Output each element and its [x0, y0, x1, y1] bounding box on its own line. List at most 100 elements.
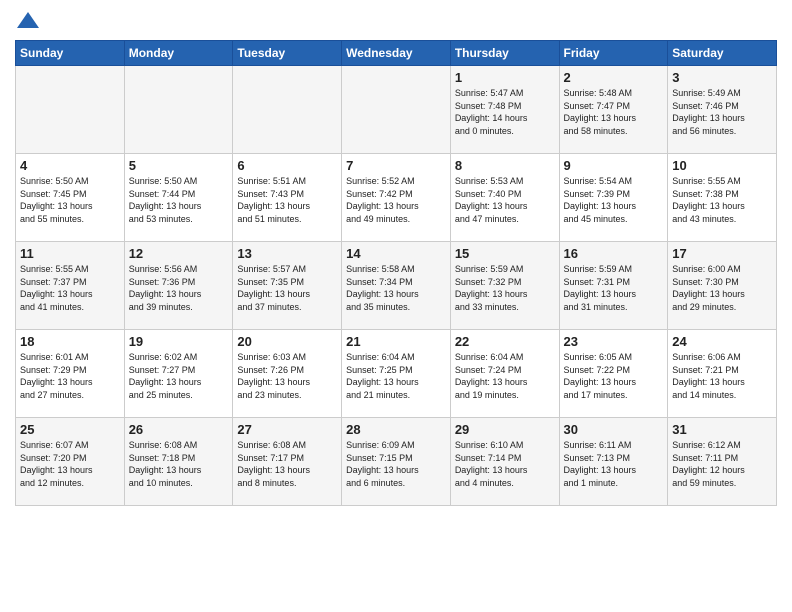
day-number: 30: [564, 422, 664, 437]
day-info: Sunrise: 5:50 AM Sunset: 7:45 PM Dayligh…: [20, 175, 120, 225]
day-number: 22: [455, 334, 555, 349]
calendar-cell: 24Sunrise: 6:06 AM Sunset: 7:21 PM Dayli…: [668, 330, 777, 418]
calendar-cell: 11 Sunrise: 5:55 AM Sunset: 7:37 PM Dayli…: [16, 242, 125, 330]
day-number: 27: [237, 422, 337, 437]
day-info: Sunrise: 6:07 AM Sunset: 7:20 PM Dayligh…: [20, 439, 120, 489]
calendar-cell: 29Sunrise: 6:10 AM Sunset: 7:14 PM Dayli…: [450, 418, 559, 506]
day-number: 25: [20, 422, 120, 437]
weekday-header-row: SundayMondayTuesdayWednesdayThursdayFrid…: [16, 41, 777, 66]
calendar-cell: 2 Sunrise: 5:48 AM Sunset: 7:47 PM Daylig…: [559, 66, 668, 154]
day-info: Sunrise: 6:00 AM Sunset: 7:30 PM Dayligh…: [672, 263, 772, 313]
calendar-cell: 14 Sunrise: 5:58 AM Sunset: 7:34 PM Dayli…: [342, 242, 451, 330]
day-info: Sunrise: 5:55 AM Sunset: 7:37 PM Dayligh…: [20, 263, 120, 313]
page-container: SundayMondayTuesdayWednesdayThursdayFrid…: [0, 0, 792, 514]
calendar-cell: 3Sunrise: 5:49 AM Sunset: 7:46 PM Daylig…: [668, 66, 777, 154]
day-info: Sunrise: 5:58 AM Sunset: 7:34 PM Dayligh…: [346, 263, 446, 313]
day-number: 10: [672, 158, 772, 173]
weekday-header-sunday: Sunday: [16, 41, 125, 66]
calendar-cell: [342, 66, 451, 154]
calendar-cell: [124, 66, 233, 154]
day-number: 3: [672, 70, 772, 85]
day-info: Sunrise: 5:56 AM Sunset: 7:36 PM Dayligh…: [129, 263, 229, 313]
day-number: 14: [346, 246, 446, 261]
header: [15, 10, 777, 32]
day-number: 28: [346, 422, 446, 437]
calendar-cell: [16, 66, 125, 154]
calendar-cell: 10 Sunrise: 5:55 AM Sunset: 7:38 PM Dayli…: [668, 154, 777, 242]
calendar-cell: 31 Sunrise: 6:12 AM Sunset: 7:11 PM Dayli…: [668, 418, 777, 506]
day-info: Sunrise: 5:57 AM Sunset: 7:35 PM Dayligh…: [237, 263, 337, 313]
calendar-week-row: 18 Sunrise: 6:01 AM Sunset: 7:29 PM Dayli…: [16, 330, 777, 418]
calendar-cell: 23 Sunrise: 6:05 AM Sunset: 7:22 PM Dayli…: [559, 330, 668, 418]
calendar-cell: 20Sunrise: 6:03 AM Sunset: 7:26 PM Dayli…: [233, 330, 342, 418]
day-number: 23: [564, 334, 664, 349]
calendar-week-row: 1 Sunrise: 5:47 AM Sunset: 7:48 PM Daylig…: [16, 66, 777, 154]
day-info: Sunrise: 6:01 AM Sunset: 7:29 PM Dayligh…: [20, 351, 120, 401]
calendar-cell: 15 Sunrise: 5:59 AM Sunset: 7:32 PM Dayli…: [450, 242, 559, 330]
day-number: 15: [455, 246, 555, 261]
day-info: Sunrise: 5:59 AM Sunset: 7:31 PM Dayligh…: [564, 263, 664, 313]
calendar-week-row: 4 Sunrise: 5:50 AM Sunset: 7:45 PM Daylig…: [16, 154, 777, 242]
day-number: 5: [129, 158, 229, 173]
weekday-header-saturday: Saturday: [668, 41, 777, 66]
day-number: 13: [237, 246, 337, 261]
calendar-cell: 12 Sunrise: 5:56 AM Sunset: 7:36 PM Dayli…: [124, 242, 233, 330]
day-info: Sunrise: 6:05 AM Sunset: 7:22 PM Dayligh…: [564, 351, 664, 401]
day-info: Sunrise: 5:47 AM Sunset: 7:48 PM Dayligh…: [455, 87, 555, 137]
day-number: 12: [129, 246, 229, 261]
day-number: 1: [455, 70, 555, 85]
day-info: Sunrise: 6:09 AM Sunset: 7:15 PM Dayligh…: [346, 439, 446, 489]
calendar-cell: 17 Sunrise: 6:00 AM Sunset: 7:30 PM Dayli…: [668, 242, 777, 330]
day-info: Sunrise: 5:52 AM Sunset: 7:42 PM Dayligh…: [346, 175, 446, 225]
calendar-cell: 19 Sunrise: 6:02 AM Sunset: 7:27 PM Dayli…: [124, 330, 233, 418]
day-number: 29: [455, 422, 555, 437]
day-info: Sunrise: 5:48 AM Sunset: 7:47 PM Dayligh…: [564, 87, 664, 137]
day-info: Sunrise: 5:59 AM Sunset: 7:32 PM Dayligh…: [455, 263, 555, 313]
day-info: Sunrise: 5:51 AM Sunset: 7:43 PM Dayligh…: [237, 175, 337, 225]
weekday-header-tuesday: Tuesday: [233, 41, 342, 66]
day-info: Sunrise: 5:54 AM Sunset: 7:39 PM Dayligh…: [564, 175, 664, 225]
day-number: 16: [564, 246, 664, 261]
day-number: 9: [564, 158, 664, 173]
weekday-header-monday: Monday: [124, 41, 233, 66]
day-number: 7: [346, 158, 446, 173]
logo-icon: [17, 10, 39, 32]
day-number: 6: [237, 158, 337, 173]
calendar-cell: [233, 66, 342, 154]
day-info: Sunrise: 6:04 AM Sunset: 7:25 PM Dayligh…: [346, 351, 446, 401]
day-number: 31: [672, 422, 772, 437]
weekday-header-wednesday: Wednesday: [342, 41, 451, 66]
day-number: 2: [564, 70, 664, 85]
day-number: 11: [20, 246, 120, 261]
calendar-cell: 21 Sunrise: 6:04 AM Sunset: 7:25 PM Dayli…: [342, 330, 451, 418]
day-number: 4: [20, 158, 120, 173]
day-info: Sunrise: 5:55 AM Sunset: 7:38 PM Dayligh…: [672, 175, 772, 225]
calendar-cell: 1 Sunrise: 5:47 AM Sunset: 7:48 PM Daylig…: [450, 66, 559, 154]
calendar-cell: 26Sunrise: 6:08 AM Sunset: 7:18 PM Dayli…: [124, 418, 233, 506]
calendar-table: SundayMondayTuesdayWednesdayThursdayFrid…: [15, 40, 777, 506]
day-number: 21: [346, 334, 446, 349]
calendar-week-row: 11 Sunrise: 5:55 AM Sunset: 7:37 PM Dayli…: [16, 242, 777, 330]
day-info: Sunrise: 6:04 AM Sunset: 7:24 PM Dayligh…: [455, 351, 555, 401]
day-number: 18: [20, 334, 120, 349]
calendar-cell: 25 Sunrise: 6:07 AM Sunset: 7:20 PM Dayli…: [16, 418, 125, 506]
day-number: 17: [672, 246, 772, 261]
day-info: Sunrise: 5:53 AM Sunset: 7:40 PM Dayligh…: [455, 175, 555, 225]
day-info: Sunrise: 6:12 AM Sunset: 7:11 PM Dayligh…: [672, 439, 772, 489]
calendar-cell: 18 Sunrise: 6:01 AM Sunset: 7:29 PM Dayli…: [16, 330, 125, 418]
day-info: Sunrise: 6:11 AM Sunset: 7:13 PM Dayligh…: [564, 439, 664, 489]
day-number: 24: [672, 334, 772, 349]
calendar-cell: 30 Sunrise: 6:11 AM Sunset: 7:13 PM Dayli…: [559, 418, 668, 506]
calendar-cell: 16 Sunrise: 5:59 AM Sunset: 7:31 PM Dayli…: [559, 242, 668, 330]
calendar-cell: 4 Sunrise: 5:50 AM Sunset: 7:45 PM Daylig…: [16, 154, 125, 242]
day-info: Sunrise: 6:02 AM Sunset: 7:27 PM Dayligh…: [129, 351, 229, 401]
calendar-cell: 8Sunrise: 5:53 AM Sunset: 7:40 PM Daylig…: [450, 154, 559, 242]
calendar-week-row: 25 Sunrise: 6:07 AM Sunset: 7:20 PM Dayli…: [16, 418, 777, 506]
calendar-cell: 9 Sunrise: 5:54 AM Sunset: 7:39 PM Daylig…: [559, 154, 668, 242]
weekday-header-thursday: Thursday: [450, 41, 559, 66]
calendar-cell: 6 Sunrise: 5:51 AM Sunset: 7:43 PM Daylig…: [233, 154, 342, 242]
day-info: Sunrise: 6:08 AM Sunset: 7:18 PM Dayligh…: [129, 439, 229, 489]
day-number: 19: [129, 334, 229, 349]
logo: [15, 10, 41, 32]
day-number: 20: [237, 334, 337, 349]
